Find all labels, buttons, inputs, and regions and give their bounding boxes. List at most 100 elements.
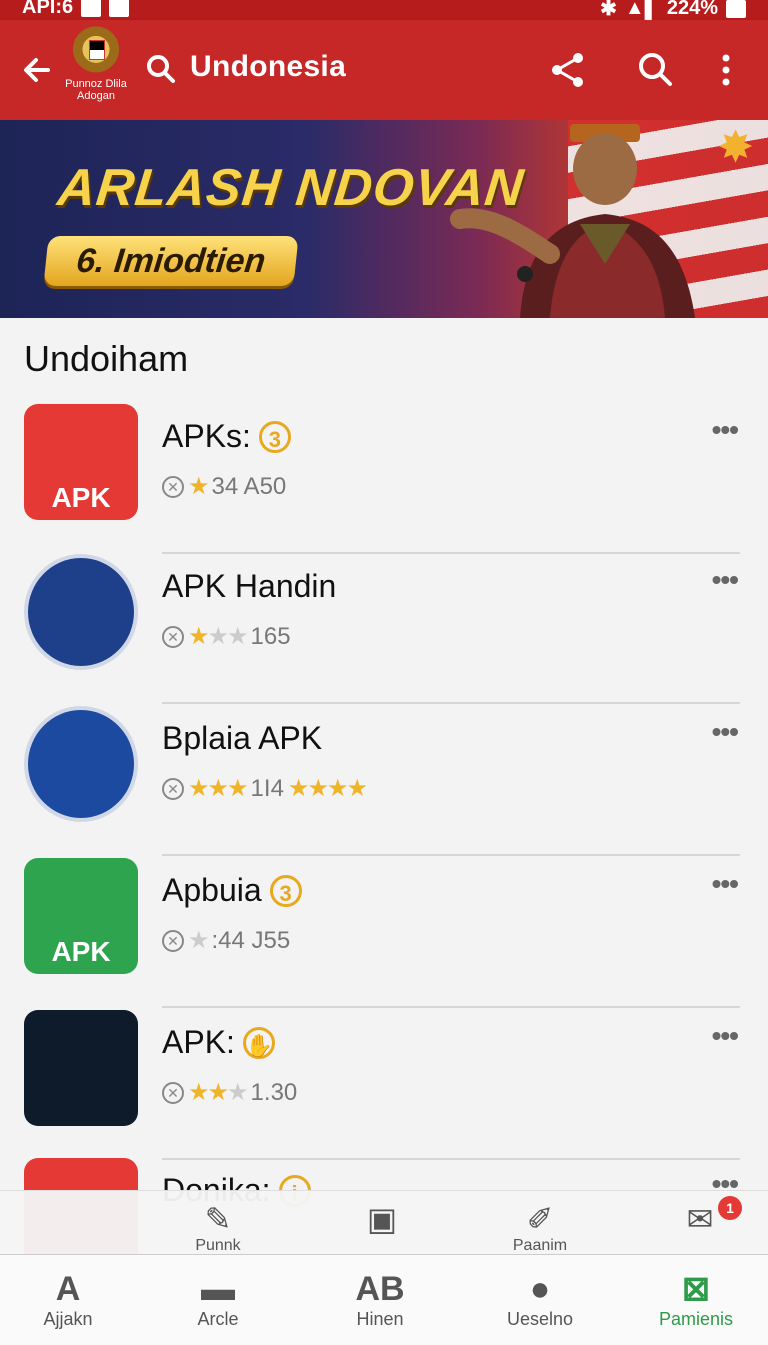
quick-action-4[interactable]: ✉	[640, 1201, 760, 1237]
list-item[interactable]: APK Apbuia 3 ✕ ★:44 J55 •••	[0, 858, 768, 1008]
battery-percent: 224%	[666, 0, 718, 19]
app-meta: ✕ ★★★ 1I4 ★★★★	[162, 774, 368, 803]
emblem-caption-1: Punnoz Dlila	[65, 78, 127, 90]
app-icon[interactable]: APK	[24, 404, 138, 520]
rating-stars: ★	[188, 472, 209, 501]
app-meta: ✕ ★★★ 1.30	[162, 1078, 297, 1107]
nav-item-5-label: Pamienis	[658, 1309, 734, 1329]
garuda-crest-icon	[71, 26, 121, 78]
share-icon[interactable]	[548, 50, 588, 90]
app-rating-value: :44 J55	[211, 926, 291, 954]
notification-badge: 1	[718, 1196, 742, 1220]
rating-stars-filled: ★★	[188, 1079, 229, 1106]
rating-stars: ★	[188, 926, 209, 955]
presenter-image	[450, 124, 695, 318]
emblem-caption-2: Adogan	[77, 90, 115, 102]
clock-icon: ✕	[162, 625, 184, 648]
more-horiz-icon[interactable]: •••	[712, 1020, 739, 1052]
quick-action-3[interactable]: ✐ Paanim	[480, 1201, 600, 1255]
app-icon[interactable]: APK	[24, 858, 138, 974]
app-icon[interactable]	[24, 706, 138, 822]
banner-headline: ARLASH NDOVAN	[54, 159, 527, 217]
rating-stars-filled: ★	[188, 623, 209, 650]
nav-item-4[interactable]: ● Ueselno	[470, 1269, 610, 1330]
grid-x-icon: ⊠	[681, 1270, 711, 1308]
rating-stars-empty: ★★	[207, 623, 249, 650]
nav-item-4-label: Ueselno	[506, 1309, 574, 1329]
tool-icon: ✐	[526, 1201, 554, 1237]
rating-stars-empty: ★	[188, 927, 209, 954]
app-name-row: Bplaia APK	[162, 720, 322, 757]
app-name: APK:	[162, 1024, 235, 1060]
more-horiz-icon[interactable]: •••	[712, 716, 739, 748]
more-horiz-icon[interactable]: •••	[712, 868, 739, 900]
promo-banner[interactable]: ✸ ARLASH NDOVAN 6. Imiodtien	[0, 120, 768, 318]
rating-stars-extra: ★★★★	[287, 775, 368, 802]
clock-icon: ✕	[162, 929, 184, 952]
notification-icon	[81, 0, 102, 17]
app-rating-value: 1.30	[250, 1078, 298, 1106]
mail-icon: ✉	[686, 1201, 714, 1237]
nav-item-1-label: Ajjakn	[43, 1309, 93, 1329]
more-vert-icon[interactable]	[706, 50, 746, 90]
nav-item-2-label: Arcle	[197, 1309, 239, 1329]
clock-icon: ✕	[162, 475, 184, 498]
clock-icon: ✕	[162, 1081, 184, 1104]
nav-item-2[interactable]: ▬ Arcle	[148, 1269, 288, 1330]
quick-action-3-label: Paanim	[512, 1237, 568, 1254]
quick-action-2[interactable]: ▣	[322, 1201, 442, 1237]
divider	[162, 1006, 740, 1008]
nav-item-5[interactable]: ⊠ Pamienis	[626, 1269, 766, 1330]
list-item[interactable]: APK: ✋ ✕ ★★★ 1.30 •••	[0, 1010, 768, 1160]
rating-stars: ★★★	[188, 1078, 248, 1107]
app-name-row: APK: ✋	[162, 1024, 275, 1061]
divider	[162, 702, 740, 704]
app-name-row: APK Handin	[162, 568, 336, 605]
nav-item-1[interactable]: A Ajjakn	[0, 1269, 138, 1330]
battery-icon	[726, 0, 746, 18]
rating-stars: ★★★	[188, 774, 249, 803]
app-name-row: APKs: 3	[162, 418, 291, 455]
clipboard-icon: ▣	[366, 1201, 398, 1237]
bluetooth-icon: ✱	[600, 0, 617, 20]
search-icon	[146, 54, 176, 84]
app-rating-value: 1I4	[250, 774, 284, 802]
page-title: Undonesia	[190, 50, 347, 83]
person-icon: ●	[529, 1270, 551, 1308]
image-notification-icon	[109, 0, 130, 17]
list-item[interactable]: APK APKs: 3 ✕ ★ 34 A50 •••	[0, 404, 768, 554]
app-rating-value: 34 A50	[211, 472, 287, 500]
app-icon[interactable]	[24, 1010, 138, 1126]
app-badge: 3	[269, 874, 302, 907]
divider	[162, 854, 740, 856]
app-bar: Punnoz Dlila Adogan Undonesia	[0, 20, 768, 120]
bottom-navigation: A Ajjakn ▬ Arcle AB Hinen ● Ueselno ⊠ Pa…	[0, 1254, 768, 1345]
banner-pill[interactable]: 6. Imiodtien	[43, 236, 299, 286]
quick-action-bar: ✎ Punnk ▣ ✐ Paanim ✉	[0, 1190, 768, 1255]
app-icon[interactable]	[24, 554, 138, 670]
status-time: API:6	[22, 0, 74, 18]
more-horiz-icon[interactable]: •••	[712, 414, 739, 446]
app-name-row: Apbuia 3	[162, 872, 302, 909]
clock-icon: ✕	[162, 777, 184, 800]
nav-item-3[interactable]: AB Hinen	[310, 1269, 450, 1330]
back-arrow-icon[interactable]	[18, 50, 58, 90]
list-item[interactable]: Bplaia APK ✕ ★★★ 1I4 ★★★★ •••	[0, 706, 768, 856]
list-item[interactable]: APK Handin ✕ ★★★ 165 •••	[0, 554, 768, 704]
chat-icon: ▬	[201, 1270, 235, 1308]
pencil-icon: ✎	[204, 1201, 232, 1237]
letter-a-icon: A	[55, 1270, 81, 1308]
quick-action-1-label: Punnk	[195, 1237, 241, 1254]
garuda-emblem-logo: Punnoz Dlila Adogan	[64, 26, 128, 116]
app-meta: ✕ ★:44 J55	[162, 926, 290, 955]
rating-stars: ★★★	[188, 622, 249, 651]
app-name: APK Handin	[162, 568, 337, 604]
nav-item-3-label: Hinen	[356, 1309, 404, 1329]
ab-icon: AB	[355, 1270, 405, 1308]
rating-stars-filled: ★★★	[188, 775, 249, 802]
quick-action-1[interactable]: ✎ Punnk	[158, 1201, 278, 1255]
app-meta: ✕ ★ 34 A50	[162, 472, 286, 501]
more-horiz-icon[interactable]: •••	[712, 564, 739, 596]
rating-stars-filled: ★	[188, 473, 209, 500]
search-button-icon[interactable]	[636, 50, 676, 90]
